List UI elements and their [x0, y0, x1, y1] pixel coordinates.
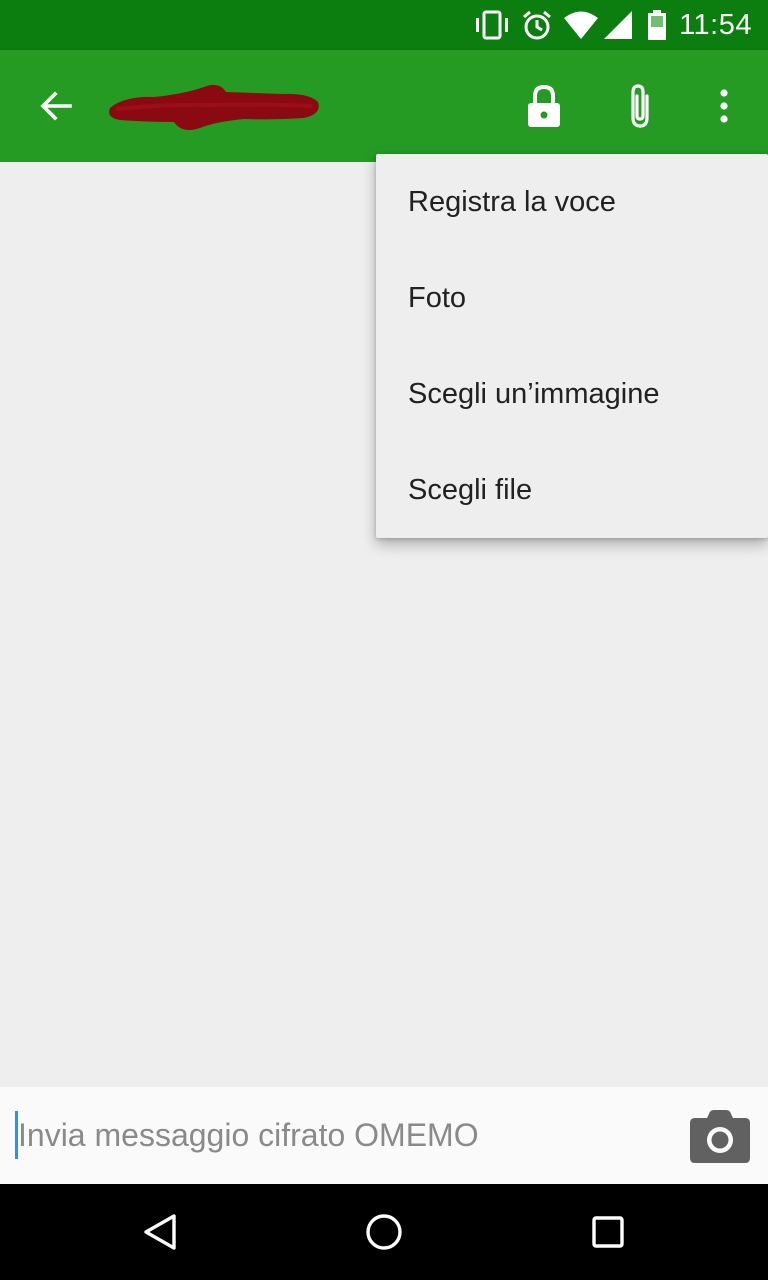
battery-icon	[648, 10, 666, 40]
redacted-contact-name[interactable]	[104, 78, 324, 136]
camera-icon	[690, 1109, 750, 1163]
menu-item-take-photo[interactable]: Foto	[376, 250, 768, 346]
attach-button[interactable]	[600, 50, 680, 162]
system-nav-bar	[0, 1184, 768, 1280]
app-bar	[0, 50, 768, 162]
back-triangle-icon	[144, 1214, 176, 1250]
cell-signal-icon	[604, 11, 632, 39]
nav-back-button[interactable]	[112, 1184, 208, 1280]
back-button[interactable]	[16, 50, 96, 162]
attach-icon	[631, 84, 649, 128]
alarm-icon	[523, 10, 551, 40]
menu-item-choose-file[interactable]: Scegli file	[376, 442, 768, 538]
message-composer: Invia messaggio cifrato OMEMO	[0, 1087, 768, 1184]
vibrate-icon	[476, 10, 508, 40]
menu-item-record-voice[interactable]: Registra la voce	[376, 154, 768, 250]
lock-icon	[528, 84, 560, 127]
wifi-icon	[564, 11, 598, 39]
attach-menu: Registra la voce Foto Scegli un’immagine…	[376, 154, 768, 538]
more-vert-icon	[720, 89, 728, 123]
encryption-lock-button[interactable]	[504, 50, 584, 162]
arrow-back-icon	[40, 91, 72, 121]
nav-recents-button[interactable]	[560, 1184, 656, 1280]
nav-home-button[interactable]	[336, 1184, 432, 1280]
home-circle-icon	[366, 1214, 402, 1250]
more-options-button[interactable]	[684, 50, 764, 162]
status-clock: 11:54	[679, 9, 752, 41]
message-input[interactable]: Invia messaggio cifrato OMEMO	[18, 1087, 658, 1184]
status-bar: 11:54	[0, 0, 768, 50]
menu-item-choose-image[interactable]: Scegli un’immagine	[376, 346, 768, 442]
recents-square-icon	[592, 1216, 624, 1248]
camera-button[interactable]	[684, 1088, 756, 1183]
